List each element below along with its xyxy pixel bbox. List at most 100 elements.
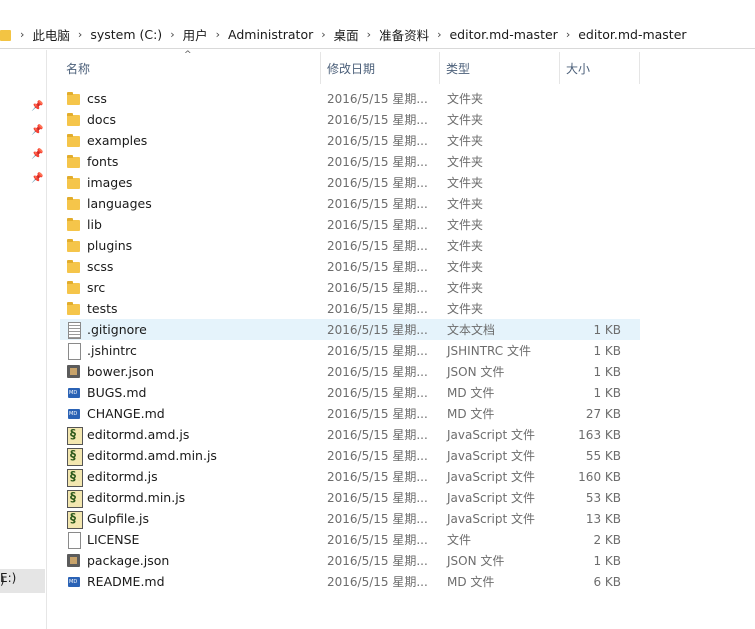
column-size[interactable]: 大小 (560, 52, 640, 84)
chevron-right-icon[interactable]: › (429, 28, 449, 41)
breadcrumb: › 此电脑 › system (C:) › 用户 › Administrator › 桌面 › 准备资… (12, 21, 687, 48)
markdown-file-icon (67, 385, 81, 401)
file-name: package.json (87, 553, 170, 568)
file-row[interactable]: .gitignore 2016/5/15 星期... 文本文档 1 KB (60, 319, 640, 340)
breadcrumb-item[interactable]: Administrator (228, 27, 313, 42)
file-date: 2016/5/15 星期... (327, 302, 428, 316)
file-row[interactable]: CHANGE.md 2016/5/15 星期... MD 文件 27 KB (60, 403, 640, 424)
file-date: 2016/5/15 星期... (327, 323, 428, 337)
folder-icon (67, 112, 81, 128)
file-size: 1 KB (593, 322, 621, 337)
chevron-right-icon[interactable]: › (208, 28, 228, 41)
nav-item-drive[interactable]: E:) (0, 571, 16, 585)
file-type: 文件夹 (447, 281, 484, 295)
file-row[interactable]: BUGS.md 2016/5/15 星期... MD 文件 1 KB (60, 382, 640, 403)
file-row[interactable]: css 2016/5/15 星期... 文件夹 (60, 88, 640, 109)
file-type: MD 文件 (447, 386, 495, 400)
file-date: 2016/5/15 星期... (327, 197, 428, 211)
file-name: .jshintrc (87, 343, 137, 358)
chevron-right-icon[interactable]: › (12, 28, 32, 41)
file-type: 文件夹 (447, 113, 484, 127)
breadcrumb-item[interactable]: 准备资料 (379, 25, 429, 44)
javascript-file-icon (67, 510, 83, 529)
file-size: 6 KB (593, 574, 621, 589)
file-date: 2016/5/15 星期... (327, 155, 428, 169)
file-name: BUGS.md (87, 385, 147, 400)
file-type: JavaScript 文件 (447, 512, 535, 526)
file-row[interactable]: src 2016/5/15 星期... 文件夹 (60, 277, 640, 298)
file-name: lib (87, 217, 102, 232)
pin-icon[interactable]: 📌 (31, 126, 43, 136)
file-row[interactable]: docs 2016/5/15 星期... 文件夹 (60, 109, 640, 130)
file-name: editormd.amd.js (87, 427, 190, 442)
folder-icon (67, 91, 81, 107)
breadcrumb-item[interactable]: 此电脑 (32, 25, 70, 44)
file-row[interactable]: bower.json 2016/5/15 星期... JSON 文件 1 KB (60, 361, 640, 382)
file-type: MD 文件 (447, 575, 495, 589)
file-name: css (87, 91, 107, 106)
folder-icon (67, 238, 81, 254)
breadcrumb-item[interactable]: system (C:) (90, 27, 162, 42)
chevron-right-icon[interactable]: › (162, 28, 182, 41)
file-row[interactable]: plugins 2016/5/15 星期... 文件夹 (60, 235, 640, 256)
file-type: 文件夹 (447, 155, 484, 169)
column-size-label: 大小 (566, 61, 591, 76)
chevron-right-icon[interactable]: › (359, 28, 379, 41)
file-size: 53 KB (585, 490, 621, 505)
pin-icon[interactable]: 📌 (31, 174, 43, 184)
file-row[interactable]: .jshintrc 2016/5/15 星期... JSHINTRC 文件 1 KB (60, 340, 640, 361)
file-row[interactable]: tests 2016/5/15 星期... 文件夹 (60, 298, 640, 319)
chevron-right-icon[interactable]: › (558, 28, 578, 41)
file-row[interactable]: images 2016/5/15 星期... 文件夹 (60, 172, 640, 193)
file-type: 文件 (447, 533, 472, 547)
folder-icon (67, 196, 81, 212)
breadcrumb-item[interactable]: 用户 (183, 25, 208, 44)
file-date: 2016/5/15 星期... (327, 386, 428, 400)
file-row[interactable]: editormd.amd.min.js 2016/5/15 星期... JavaSc… (60, 445, 640, 466)
breadcrumb-item[interactable]: editor.md-master (449, 27, 557, 42)
file-type: MD 文件 (447, 407, 495, 421)
chevron-right-icon[interactable]: › (70, 28, 90, 41)
file-row[interactable]: fonts 2016/5/15 星期... 文件夹 (60, 151, 640, 172)
folder-icon (67, 133, 81, 149)
file-row[interactable]: Gulpfile.js 2016/5/15 星期... JavaScript 文件 1… (60, 508, 640, 529)
file-name: .gitignore (87, 322, 147, 337)
file-row[interactable]: package.json 2016/5/15 星期... JSON 文件 1 KB (60, 550, 640, 571)
file-row[interactable]: editormd.min.js 2016/5/15 星期... JavaScript… (60, 487, 640, 508)
file-type: 文件夹 (447, 302, 484, 316)
pin-icon[interactable]: 📌 (31, 102, 43, 112)
file-type: JavaScript 文件 (447, 449, 535, 463)
column-type-label: 类型 (446, 61, 471, 76)
file-row[interactable]: README.md 2016/5/15 星期... MD 文件 6 KB (60, 571, 640, 592)
file-type: JSON 文件 (447, 554, 505, 568)
column-name[interactable]: 名称 ^ (60, 50, 321, 84)
file-row[interactable]: LICENSE 2016/5/15 星期... 文件 2 KB (60, 529, 640, 550)
javascript-file-icon (67, 468, 83, 487)
json-file-icon (67, 364, 81, 380)
file-row[interactable]: languages 2016/5/15 星期... 文件夹 (60, 193, 640, 214)
file-row[interactable]: examples 2016/5/15 星期... 文件夹 (60, 130, 640, 151)
file-name: tests (87, 301, 118, 316)
folder-icon (67, 280, 81, 296)
file-name: README.md (87, 574, 165, 589)
file-name: editormd.js (87, 469, 158, 484)
column-date[interactable]: 修改日期 (321, 52, 440, 84)
breadcrumb-item[interactable]: editor.md-master (578, 27, 686, 42)
file-type: JSON 文件 (447, 365, 505, 379)
file-type: 文本文档 (447, 323, 496, 337)
file-name: LICENSE (87, 532, 140, 547)
file-row[interactable]: lib 2016/5/15 星期... 文件夹 (60, 214, 640, 235)
text-file-icon (67, 321, 81, 339)
column-date-label: 修改日期 (327, 61, 376, 76)
chevron-right-icon[interactable]: › (313, 28, 333, 41)
sort-up-icon: ^ (184, 50, 192, 60)
folder-icon (0, 28, 12, 42)
file-row[interactable]: editormd.amd.js 2016/5/15 星期... JavaScript… (60, 424, 640, 445)
file-row[interactable]: editormd.js 2016/5/15 星期... JavaScript 文件 1… (60, 466, 640, 487)
column-type[interactable]: 类型 (440, 52, 560, 84)
address-bar[interactable]: › 此电脑 › system (C:) › 用户 › Administrator › 桌面 › 准备资… (0, 21, 755, 49)
pin-icon[interactable]: 📌 (31, 150, 43, 160)
file-row[interactable]: scss 2016/5/15 星期... 文件夹 (60, 256, 640, 277)
column-name-label: 名称 (66, 61, 91, 76)
breadcrumb-item[interactable]: 桌面 (334, 25, 359, 44)
